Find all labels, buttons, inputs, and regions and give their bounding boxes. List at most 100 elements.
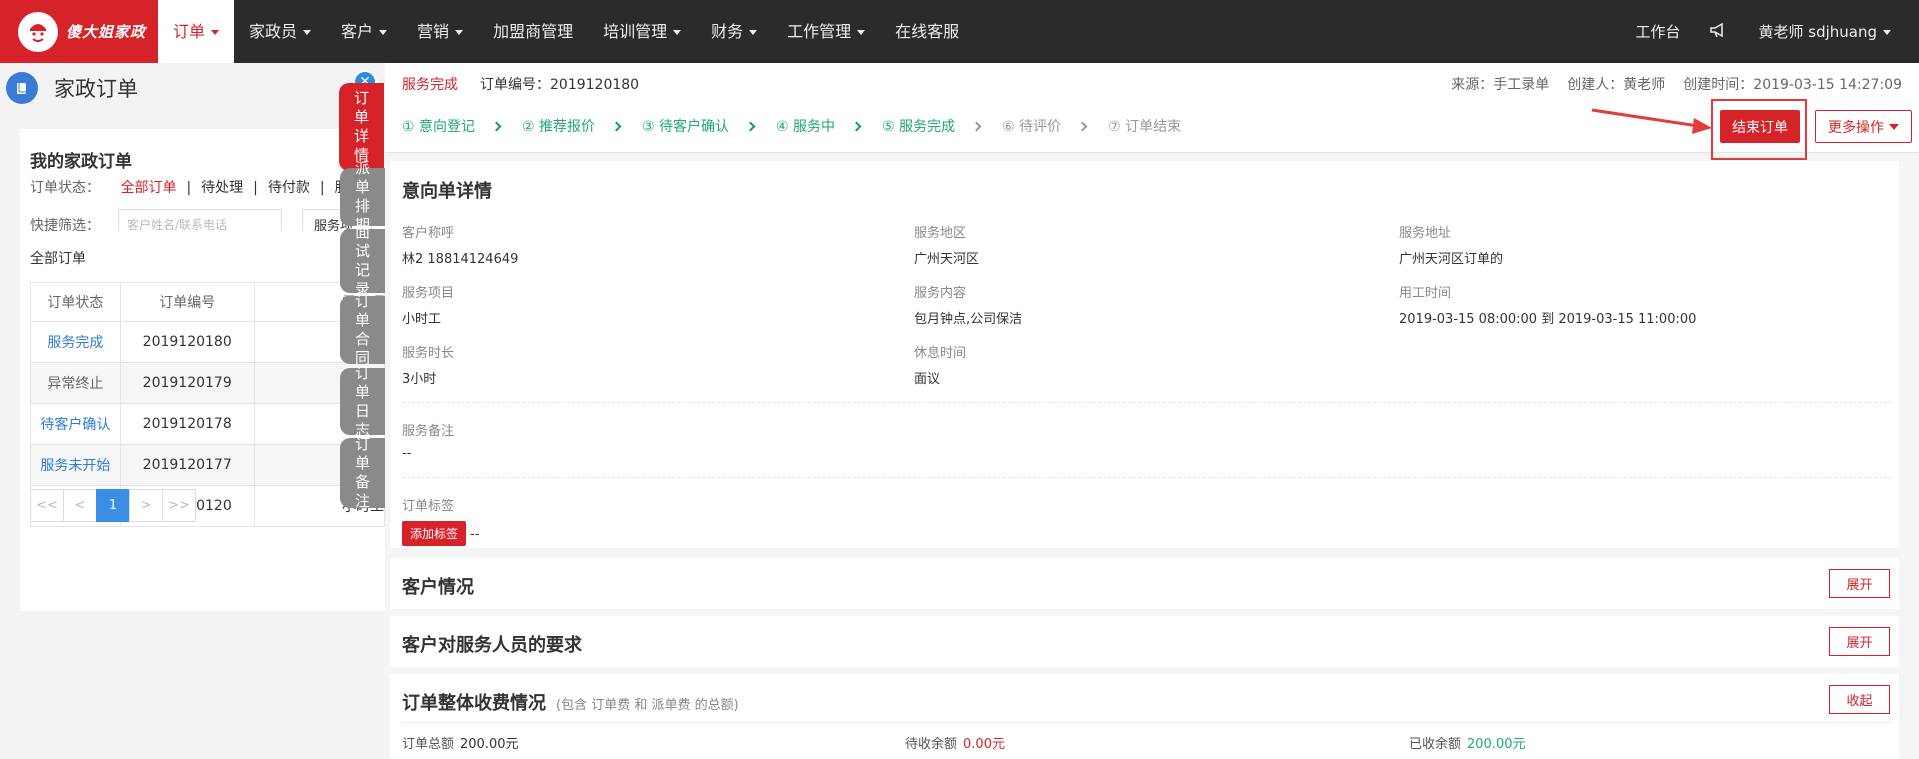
nav-item-2[interactable]: 客户 [326, 0, 402, 63]
order-status-cell[interactable]: 异常终止 [30, 362, 121, 404]
tags-value: -- [470, 527, 480, 542]
chevron-right-icon [611, 121, 622, 131]
more-actions-label: 更多操作 [1828, 119, 1884, 136]
separator: | [319, 180, 325, 196]
order-total: 订单总额 200.00元 [402, 737, 519, 752]
add-tag-button[interactable]: 添加标签 [402, 521, 467, 546]
status-filter-option[interactable]: 待付款 [268, 180, 310, 196]
expand-customer-button[interactable]: 展开 [1829, 569, 1890, 598]
field-service-item: 服务项目 小时工 [402, 286, 455, 327]
divider [402, 722, 1892, 723]
nav-item-8[interactable]: 在线客服 [880, 0, 974, 63]
order-header: 服务完成 订单编号：2019120180 来源：手工录单 创建人：黄老师 创建时间：2… [385, 63, 1919, 160]
workbench-link[interactable]: 工作台 [1635, 21, 1680, 42]
chevron-down-icon [455, 30, 464, 35]
nav-item-5[interactable]: 培训管理 [588, 0, 696, 63]
nav-item-label: 加盟商管理 [493, 22, 574, 41]
chevron-right-icon [491, 121, 502, 131]
order-number-cell: 2019120179 [119, 362, 255, 404]
nav-item-1[interactable]: 家政员 [234, 0, 326, 63]
nav-item-4[interactable]: 加盟商管理 [478, 0, 588, 63]
nav-item-label: 订单 [173, 22, 206, 41]
column-header: 订单状态 [30, 282, 121, 322]
table-row[interactable]: 异常终止2019120179小时工 [30, 362, 385, 404]
page-button[interactable]: < [63, 489, 97, 522]
page-button[interactable]: >> [162, 489, 196, 522]
more-actions-button[interactable]: 更多操作 [1815, 110, 1912, 143]
status-filter-option[interactable]: 待处理 [201, 180, 243, 196]
tab-0[interactable]: 订单详情 [339, 83, 384, 171]
order-status-cell[interactable]: 服务完成 [30, 321, 121, 363]
chevron-down-icon [749, 30, 758, 35]
nav-item-3[interactable]: 营销 [402, 0, 478, 63]
page-header: 家政订单 [0, 63, 385, 113]
field-service-content: 服务内容 包月钟点,公司保洁 [914, 286, 1023, 327]
separator: | [186, 180, 192, 196]
section-title: 客户情况 [402, 577, 474, 598]
expand-requirements-button[interactable]: 展开 [1829, 627, 1890, 656]
order-number: 订单编号：2019120180 [480, 77, 640, 93]
tab-5[interactable]: 订单备注 [340, 435, 385, 510]
chevron-down-icon [379, 30, 388, 35]
customer-section: 客户情况 展开 [390, 558, 1899, 609]
caret-down-icon [1889, 123, 1899, 130]
order-status-cell[interactable]: 待客户确认 [30, 403, 121, 445]
tab-2[interactable]: 面试记录 [340, 223, 385, 298]
nav-right: 工作台 黄老师 sdjhuang [1605, 0, 1891, 63]
divider [402, 477, 1892, 478]
red-arrow-annotation [1591, 108, 1712, 134]
tab-3[interactable]: 订单合同 [340, 292, 385, 367]
chevron-down-icon [303, 30, 312, 35]
page-button[interactable]: > [129, 489, 163, 522]
order-source-meta: 来源：手工录单 创建人：黄老师 创建时间：2019-03-15 14:27:09 [1433, 74, 1902, 94]
progress-step: ⑦ 订单结束 [1108, 119, 1182, 135]
status-filter-row: 订单状态： 全部订单|待处理|待付款|服 [30, 177, 349, 197]
field-order-tags: 订单标签 添加标签 -- [402, 495, 480, 546]
order-source: 来源：手工录单 [1451, 77, 1550, 93]
chevron-down-icon [1883, 30, 1891, 35]
end-order-button[interactable]: 结束订单 [1720, 110, 1800, 143]
table-row[interactable]: 服务未开始2019120177住家保 [30, 444, 385, 486]
received-balance: 已收余额 200.00元 [1409, 737, 1526, 752]
status-filter-option[interactable]: 全部订单 [120, 180, 176, 196]
tab-1[interactable]: 派单排期 [340, 159, 385, 234]
chevron-right-icon [971, 121, 982, 131]
collapse-fees-button[interactable]: 收起 [1829, 685, 1890, 714]
nav-item-6[interactable]: 财务 [696, 0, 772, 63]
field-service-remark: 服务备注 -- [402, 424, 455, 461]
brand-logo[interactable]: 傻大姐家政 [0, 0, 158, 63]
progress-step: ⑥ 待评价 [1002, 119, 1062, 135]
progress-step: ② 推荐报价 [522, 119, 596, 135]
page-button[interactable]: 1 [96, 489, 130, 522]
table-row[interactable]: 服务完成2019120180小时工 [30, 321, 385, 363]
tab-label: 订单详情 [353, 89, 369, 164]
nav-item-7[interactable]: 工作管理 [772, 0, 880, 63]
page-button[interactable]: << [30, 489, 64, 522]
section-title: 订单整体收费情况 (包含 订单费 和 派单费 的总额) [402, 689, 739, 715]
book-icon [6, 72, 38, 104]
progress-steps: ① 意向登记 ② 推荐报价 ③ 待客户确认 ④ 服务中 ⑤ 服务完成 ⑥ 待评价 ⑦ 订单结… [402, 116, 1181, 136]
user-name: 黄老师 sdjhuang [1758, 23, 1877, 41]
megaphone-icon[interactable] [1710, 22, 1728, 42]
tab-4[interactable]: 订单日志 [340, 364, 385, 439]
nav-item-label: 工作管理 [787, 22, 852, 41]
order-status-cell[interactable]: 服务未开始 [30, 444, 121, 486]
divider [402, 402, 1892, 403]
field-service-region: 服务地区 广州天河区 [914, 226, 980, 267]
nav-item-label: 客户 [341, 22, 374, 41]
nav-item-label: 培训管理 [603, 22, 668, 41]
fees-title: 订单整体收费情况 [402, 693, 546, 714]
order-detail-panel: 服务完成 订单编号：2019120180 来源：手工录单 创建人：黄老师 创建时间：2… [385, 63, 1919, 759]
user-menu[interactable]: 黄老师 sdjhuang [1758, 21, 1891, 42]
order-creator: 创建人：黄老师 [1567, 77, 1666, 93]
table-row[interactable]: 待客户确认2019120178住家保 [30, 403, 385, 445]
nav-item-label: 家政员 [249, 22, 298, 41]
brand-name: 傻大姐家政 [66, 23, 147, 41]
field-service-address: 服务地址 广州天河区订单的 [1399, 226, 1504, 267]
nav-item-0[interactable]: 订单 [158, 0, 235, 63]
page-title: 家政订单 [54, 77, 138, 101]
tab-label: 订单备注 [354, 435, 370, 510]
chevron-right-icon [745, 121, 756, 131]
field-customer-name: 客户称呼 林2 18814124649 [402, 226, 519, 267]
order-created-time: 创建时间：2019-03-15 14:27:09 [1683, 77, 1902, 93]
